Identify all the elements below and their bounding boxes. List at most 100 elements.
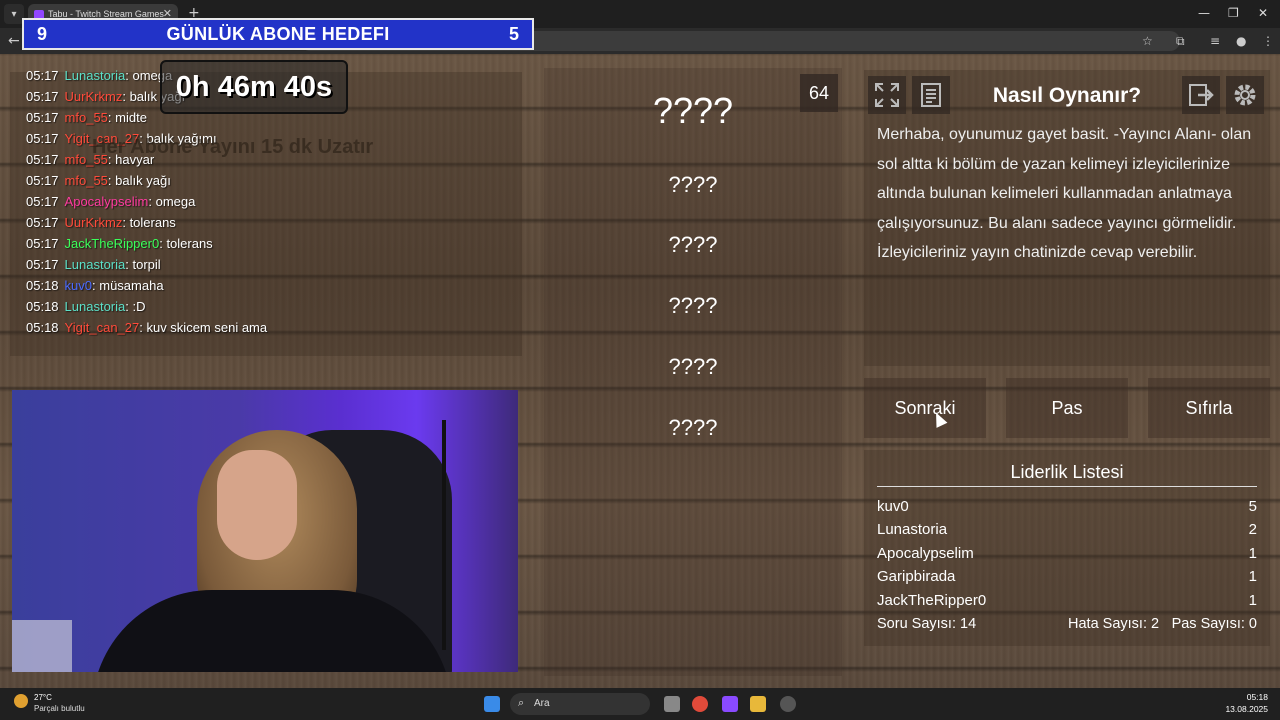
chat-message: 05:17 Apocalypselim: omega (26, 194, 195, 209)
search-placeholder: Ara (534, 698, 550, 709)
forbidden-word: ???? (668, 415, 718, 440)
bookmark-star-icon[interactable]: ☆ (1142, 34, 1153, 48)
chat-text: midte (115, 110, 147, 125)
window-close-icon[interactable]: ✕ (1258, 6, 1268, 20)
webcam-feed (12, 390, 518, 672)
start-windows-icon[interactable] (484, 696, 500, 712)
windows-taskbar: 27°C Parçalı bulutlu ⌕ Ara 05:18 13.08.2… (0, 688, 1280, 720)
chat-timestamp: 05:17 (26, 215, 59, 230)
chat-separator: : (122, 215, 130, 230)
chat-message: 05:18 Yigit_can_27: kuv skicem seni ama (26, 320, 267, 335)
how-to-play-panel: Nasıl Oynanır? Merhaba, oyunumuz gayet b… (864, 70, 1270, 366)
file-explorer-icon[interactable] (750, 696, 766, 712)
browser-menu-icon[interactable]: ⋮ (1262, 34, 1274, 48)
chat-message: 05:17 UurKrkmz: tolerans (26, 215, 176, 230)
streamer-face (217, 450, 297, 560)
chat-username[interactable]: kuv0 (65, 278, 92, 293)
exit-icon[interactable] (1182, 76, 1220, 114)
chat-separator: : (125, 299, 133, 314)
weather-description: Parçalı bulutlu (34, 704, 85, 713)
next-button[interactable]: Sonraki (864, 378, 986, 438)
how-to-play-text: Merhaba, oyunumuz gayet basit. -Yayıncı … (877, 126, 1252, 261)
media-icon[interactable]: ≡ (1210, 34, 1220, 48)
reset-button[interactable]: Sıfırla (1148, 378, 1270, 438)
chat-message: 05:17 mfo_55: balık yağı (26, 173, 171, 188)
search-icon: ⌕ (518, 696, 525, 709)
pass-count: Pas Sayısı: 0 (1171, 616, 1257, 632)
chrome-icon[interactable] (692, 696, 708, 712)
chat-message: 05:17 JackTheRipper0: tolerans (26, 236, 213, 251)
chat-separator: : (125, 257, 133, 272)
forbidden-word: ???? (668, 232, 718, 257)
error-count: Hata Sayısı: 2 (1068, 616, 1160, 632)
chat-text: omega (155, 194, 196, 209)
profile-avatar-icon[interactable]: ● (1236, 34, 1246, 48)
question-count: Soru Sayısı: 14 (877, 616, 977, 632)
chat-panel: 05:17 Lunastoria: omega 05:17 UurKrkmz: bal… (10, 68, 522, 356)
leaderboard-score: 5 (1248, 498, 1257, 515)
goal-right-number: 5 (508, 23, 519, 44)
chat-timestamp: 05:17 (26, 68, 59, 83)
goal-left-number: 9 (36, 23, 47, 44)
task-view-icon[interactable] (664, 696, 680, 712)
chat-text: tolerans (166, 236, 213, 251)
chat-text: müsamaha (99, 278, 164, 293)
clock-date: 13.08.2025 (1225, 704, 1268, 714)
leaderboard-name: JackTheRipper0 (877, 592, 987, 609)
chat-message: 05:18 kuv0: müsamaha (26, 278, 164, 293)
chat-username[interactable]: Lunastoria (65, 299, 126, 314)
minimize-icon[interactable]: — (1198, 6, 1210, 20)
chat-timestamp: 05:17 (26, 236, 59, 251)
chat-timestamp: 05:18 (26, 320, 59, 335)
chat-username[interactable]: mfo_55 (65, 173, 108, 188)
leaderboard-name: kuv0 (877, 498, 909, 515)
tab-search-menu-icon[interactable]: ▾ (4, 4, 24, 24)
forbidden-word: ???? (668, 293, 718, 318)
leaderboard-score: 2 (1248, 521, 1257, 538)
chat-timestamp: 05:17 (26, 89, 59, 104)
chat-timestamp: 05:17 (26, 194, 59, 209)
copilot-icon[interactable] (722, 696, 738, 712)
leaderboard-divider (877, 486, 1257, 487)
chat-username[interactable]: Apocalypselim (65, 194, 149, 209)
chat-separator: : (148, 194, 156, 209)
taskbar-search[interactable]: ⌕ Ara (510, 693, 650, 715)
chat-username[interactable]: Yigit_can_27 (65, 320, 140, 335)
leaderboard-score: 1 (1248, 568, 1257, 585)
sub-extend-notice: Her Abone Yayını 15 dk Uzatır (92, 136, 374, 158)
chat-message: 05:17 Lunastoria: torpil (26, 257, 161, 272)
weather-temperature: 27°C (34, 693, 52, 702)
chat-message: 05:17 Lunastoria: omega (26, 68, 172, 83)
leaderboard-name: Lunastoria (877, 521, 948, 538)
chat-username[interactable]: UurKrkmz (65, 89, 123, 104)
leaderboard-row: Apocalypselim 1 (877, 545, 1257, 562)
taboo-card: 64 ???? ???? ???? ???? ???? ???? (544, 68, 842, 676)
leaderboard-row: kuv0 5 (877, 498, 1257, 515)
chat-timestamp: 05:17 (26, 110, 59, 125)
chat-timestamp: 05:17 (26, 257, 59, 272)
chat-username[interactable]: Lunastoria (65, 68, 126, 83)
leaderboard-name: Garipbirada (877, 568, 956, 585)
extensions-icon[interactable]: ⧉ (1176, 34, 1185, 49)
app-icon[interactable] (780, 696, 796, 712)
chat-timestamp: 05:17 (26, 173, 59, 188)
chat-text: kuv skicem seni ama (146, 320, 268, 335)
subscriber-goal-bar: 9 GÜNLÜK ABONE HEDEFI 5 (22, 18, 534, 50)
settings-gear-icon[interactable] (1226, 76, 1264, 114)
chat-separator: : (125, 68, 133, 83)
forbidden-word: ???? (668, 172, 718, 197)
chat-username[interactable]: Lunastoria (65, 257, 126, 272)
pass-button[interactable]: Pas (1006, 378, 1128, 438)
leaderboard-score: 1 (1248, 592, 1257, 609)
chat-timestamp: 05:17 (26, 131, 59, 146)
chat-username[interactable]: UurKrkmz (65, 215, 123, 230)
chat-username[interactable]: mfo_55 (65, 110, 108, 125)
chat-username[interactable]: JackTheRipper0 (65, 236, 160, 251)
chat-text: :D (132, 299, 146, 314)
weather-icon[interactable] (14, 694, 28, 708)
chat-timestamp: 05:18 (26, 278, 59, 293)
back-arrow-icon[interactable]: ← (8, 33, 20, 49)
leaderboard-title: Liderlik Listesi (1010, 462, 1124, 482)
restore-icon[interactable]: ❐ (1228, 6, 1239, 20)
leaderboard-score: 1 (1248, 545, 1257, 562)
